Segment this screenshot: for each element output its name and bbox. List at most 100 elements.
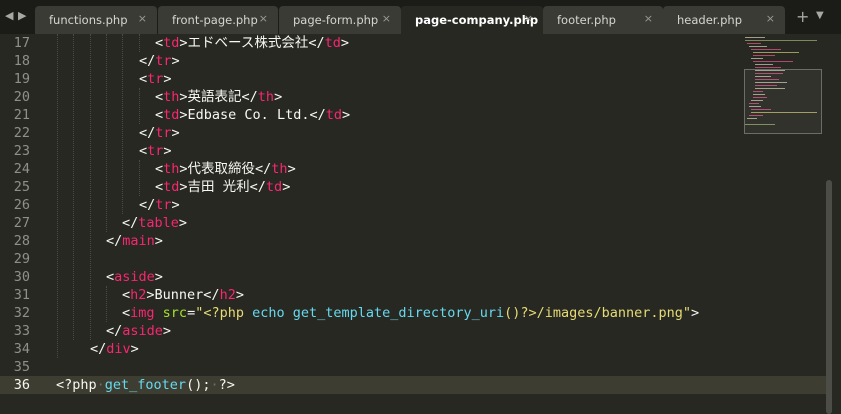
tag-name: h2 [219, 287, 236, 303]
token: </ [139, 53, 156, 69]
tab-front-page-php[interactable]: front-page.php × [158, 6, 278, 34]
tab-label: page-company.php [415, 13, 539, 27]
token: </ [106, 323, 123, 339]
token: <?php [56, 377, 97, 393]
line-number: 29 [13, 251, 30, 267]
tag-name: aside [122, 323, 163, 339]
token: > [154, 269, 163, 285]
code-line-30: <aside> [106, 268, 163, 286]
line-number: 34 [13, 341, 30, 357]
tab-label: footer.php [557, 13, 616, 27]
line-number: 25 [13, 179, 30, 195]
token: (); [186, 377, 211, 393]
close-icon[interactable]: × [259, 12, 268, 25]
tab-label: page-form.php [293, 13, 379, 27]
token: > [163, 71, 172, 87]
line-number: 35 [13, 359, 30, 375]
token: > [282, 179, 291, 195]
minimap-line [745, 37, 765, 38]
whitespace-marker: · [96, 377, 105, 393]
line-number: 30 [13, 269, 30, 285]
token: < [122, 287, 131, 303]
token: </ [90, 341, 107, 357]
code-line-23: <tr> [139, 142, 172, 160]
token: < [155, 35, 164, 51]
line-number: 23 [13, 143, 30, 159]
tag-name: td [324, 35, 341, 51]
code-line-18: </tr> [139, 52, 180, 70]
line-number: 26 [13, 197, 30, 213]
minimap-viewport[interactable] [744, 69, 822, 134]
token: < [139, 143, 148, 159]
minimap-line [753, 52, 799, 53]
tab-label: header.php [677, 13, 743, 27]
tag-name: td [163, 107, 180, 123]
line-number-gutter: 17 18 19 20 21 22 23 24 25 26 27 28 29 3… [0, 34, 42, 414]
token: > [691, 305, 700, 321]
tag-name: td [163, 35, 180, 51]
token: > [130, 341, 139, 357]
line-number: 31 [13, 287, 30, 303]
line-number: 33 [13, 323, 30, 339]
string-literal [285, 305, 293, 321]
token: </ [139, 125, 156, 141]
close-icon[interactable]: × [138, 12, 147, 25]
tab-list-icon[interactable]: ▼ [816, 9, 824, 23]
tab-page-company-php[interactable]: page-company.php × [401, 6, 543, 34]
line-number: 18 [13, 53, 30, 69]
token: >エドベース株式会社</ [179, 35, 325, 51]
line-number: 32 [13, 305, 30, 321]
tag-name: tr [155, 197, 172, 213]
tab-footer-php[interactable]: footer.php × [543, 6, 663, 34]
tag-name: img [130, 305, 155, 321]
tab-label: front-page.php [172, 13, 258, 27]
line-number: 22 [13, 125, 30, 141]
token: > [340, 35, 350, 51]
function-name: get_footer [104, 377, 187, 393]
tab-functions-php[interactable]: functions.php × [35, 6, 157, 34]
tab-label: functions.php [49, 13, 128, 27]
line-number: 20 [13, 89, 30, 105]
scrollbar-thumb[interactable] [826, 180, 832, 414]
minimap-line [753, 55, 775, 56]
string-literal: "<?php [195, 305, 253, 321]
code-line-24: <th>代表取締役</th> [155, 160, 296, 178]
line-number: 27 [13, 215, 30, 231]
code-line-33: </aside> [106, 322, 171, 340]
tag-name: table [138, 215, 179, 231]
tag-name: th [271, 161, 288, 177]
tab-scroll-right-icon[interactable]: ▶ [18, 9, 28, 23]
line-number: 24 [13, 161, 30, 177]
tag-name: tr [155, 53, 172, 69]
token: > [235, 287, 244, 303]
token: > [171, 53, 180, 69]
token: = [187, 305, 196, 321]
token: > [178, 215, 188, 231]
whitespace-marker: · [210, 377, 219, 393]
close-icon[interactable]: × [644, 12, 653, 25]
code-line-31: <h2>Bunner</h2> [122, 286, 244, 304]
code-editor[interactable]: 17 18 19 20 21 22 23 24 25 26 27 28 29 3… [0, 34, 841, 414]
tab-scroll-left-icon[interactable]: ◀ [5, 9, 15, 23]
tag-name: td [265, 179, 283, 195]
string-literal: ()?>/images/banner.png" [504, 305, 692, 321]
code-line-20: <th>英語表記</th> [155, 88, 282, 106]
token: < [106, 269, 115, 285]
token: > [163, 143, 172, 159]
line-number: 28 [13, 233, 30, 249]
token: >Edbase Co. Ltd.</ [179, 107, 326, 123]
tab-header-php[interactable]: header.php × [663, 6, 785, 34]
minimap-line [751, 49, 781, 50]
token: </ [122, 215, 139, 231]
close-icon[interactable]: × [382, 12, 391, 25]
new-tab-icon[interactable]: + [796, 8, 809, 26]
close-icon[interactable]: × [524, 12, 533, 25]
tab-page-form-php[interactable]: page-form.php × [279, 6, 401, 34]
tag-name: td [325, 107, 342, 123]
code-line-17: <td>エドベース株式会社</td> [155, 34, 349, 52]
close-icon[interactable]: × [766, 12, 775, 25]
token: </ [106, 233, 123, 249]
token: </ [139, 197, 156, 213]
tag-name: th [163, 161, 180, 177]
